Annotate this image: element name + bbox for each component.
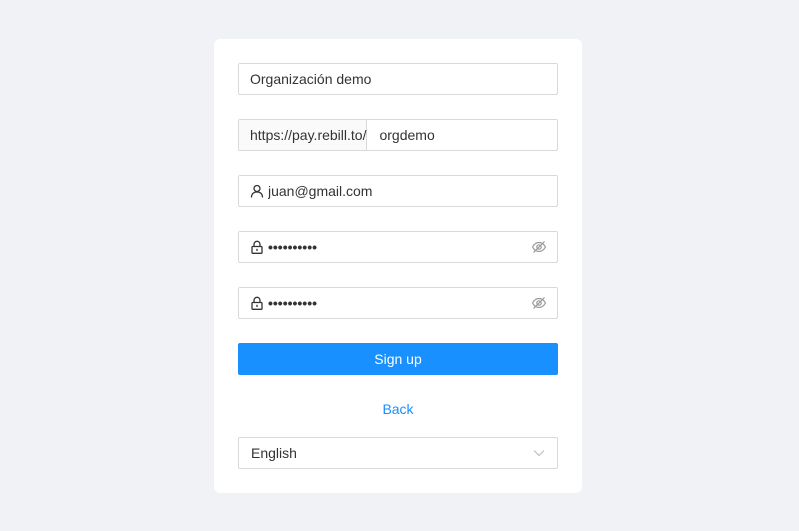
email-field[interactable] [238, 175, 558, 207]
confirm-password-field[interactable] [238, 287, 558, 319]
lock-icon [250, 240, 264, 254]
signup-card: https://pay.rebill.to/ [214, 39, 582, 493]
back-link[interactable]: Back [214, 401, 582, 417]
eye-invisible-icon[interactable] [531, 239, 547, 255]
organization-input[interactable] [250, 64, 557, 94]
password-field[interactable] [238, 231, 558, 263]
url-field[interactable]: https://pay.rebill.to/ [238, 119, 558, 151]
lock-icon [250, 296, 264, 310]
chevron-down-icon [531, 445, 547, 461]
organization-field[interactable] [238, 63, 558, 95]
language-select[interactable]: English [238, 437, 558, 469]
url-slug-input[interactable] [367, 120, 557, 150]
user-icon [250, 184, 264, 198]
password-input[interactable] [268, 232, 531, 262]
confirm-password-input[interactable] [268, 288, 531, 318]
email-input[interactable] [268, 176, 557, 206]
signup-button[interactable]: Sign up [238, 343, 558, 375]
language-selected-value: English [251, 445, 297, 461]
eye-invisible-icon[interactable] [531, 295, 547, 311]
url-prefix-addon: https://pay.rebill.to/ [239, 120, 368, 150]
